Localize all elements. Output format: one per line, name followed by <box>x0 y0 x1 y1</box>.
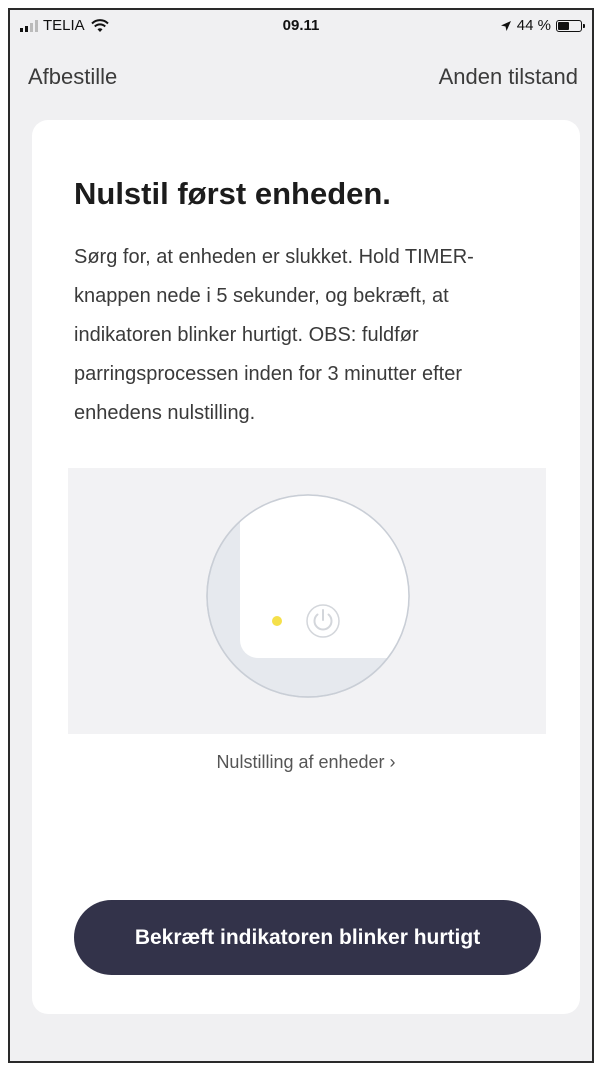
navigation-bar: Afbestille Anden tilstand <box>10 64 592 100</box>
phone-frame: TELIA 09.11 44 % Afbestille Anden tilsta… <box>8 8 594 1063</box>
reset-instructions-card: Nulstil først enheden. Sørg for, at enhe… <box>32 120 580 1014</box>
status-right: 44 % <box>500 17 585 34</box>
battery-icon <box>556 19 585 32</box>
reset-devices-link[interactable]: Nulstilling af enheder › <box>32 752 580 773</box>
cancel-button[interactable]: Afbestille <box>28 64 117 90</box>
page-title: Nulstil først enheden. <box>74 176 391 211</box>
indicator-dot <box>272 616 282 626</box>
other-mode-button[interactable]: Anden tilstand <box>439 64 578 90</box>
battery-percent: 44 % <box>516 17 551 34</box>
instructions-text: Sørg for, at enheden er slukket. Hold TI… <box>74 246 474 424</box>
device-illustration-svg <box>206 494 410 698</box>
confirm-indicator-button[interactable]: Bekræft indikatoren blinker hurtigt <box>74 900 541 975</box>
location-arrow-icon <box>500 20 511 31</box>
status-bar: TELIA 09.11 44 % <box>10 10 592 44</box>
device-illustration <box>68 468 546 734</box>
